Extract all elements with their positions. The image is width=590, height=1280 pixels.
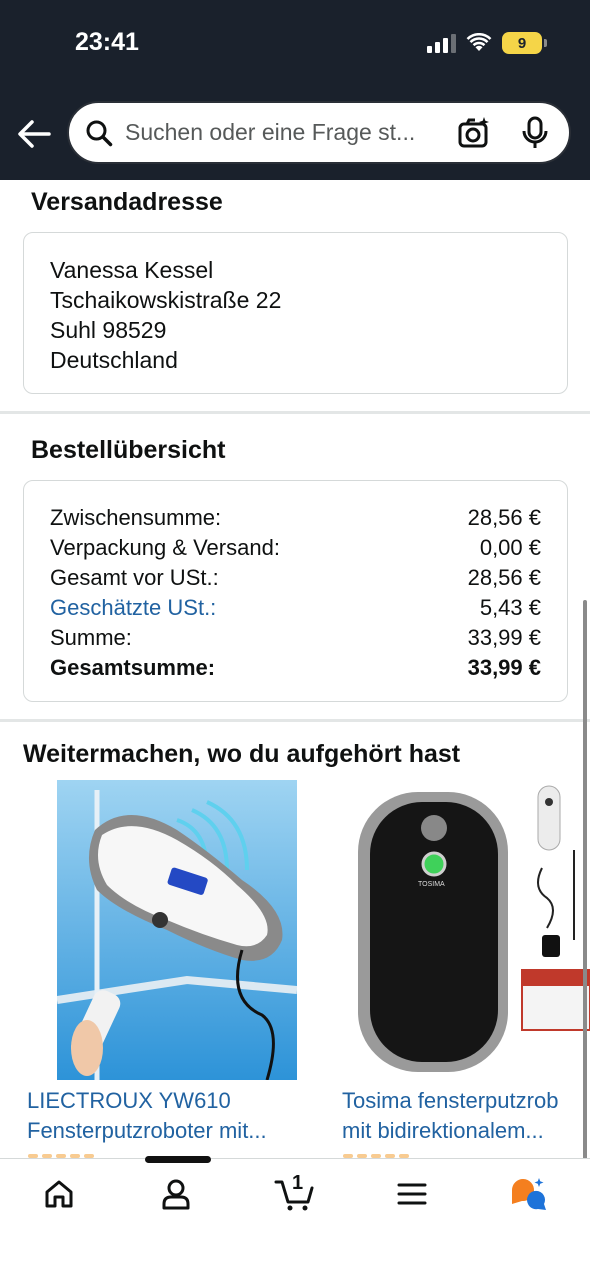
recommendation-card[interactable]: LIECTROUX YW610 Fensterputzroboter mit..… <box>27 780 317 1146</box>
summary-value: 28,56 € <box>467 565 541 590</box>
summary-label: Gesamtsumme: <box>50 655 216 680</box>
summary-value: 28,56 € <box>467 505 541 530</box>
shipping-address-card: Vanessa Kessel Tschaikowskistraße 22 Suh… <box>23 232 568 394</box>
wifi-icon <box>466 33 492 51</box>
shipping-address-title: Versandadresse <box>31 188 223 216</box>
home-icon <box>45 1180 73 1208</box>
assistant-bubble-icon <box>512 1178 546 1210</box>
summary-label: Summe: <box>50 625 132 650</box>
recommendation-card[interactable]: TOSIMA Tosima fensterputzrob mit bidirek… <box>342 780 590 1146</box>
summary-value: 33,99 € <box>467 625 541 650</box>
status-icons: 9 <box>427 32 547 54</box>
camera-lens-icon[interactable] <box>457 116 491 150</box>
summary-value: 0,00 € <box>479 535 541 560</box>
product-title-line1[interactable]: Tosima fensterputzrob <box>342 1086 590 1116</box>
summary-label: Verpackung & Versand: <box>50 535 280 560</box>
microphone-icon[interactable] <box>521 116 549 150</box>
product-title-line2[interactable]: mit bidirektionalem... <box>342 1116 590 1146</box>
user-icon <box>162 1179 190 1210</box>
summary-row-subtotal: Zwischensumme: 28,56 € <box>50 503 541 533</box>
summary-row-before-tax: Gesamt vor USt.: 28,56 € <box>50 563 541 593</box>
order-summary-title: Bestellübersicht <box>31 436 226 464</box>
address-country: Deutschland <box>50 347 178 373</box>
scrollbar-thumb[interactable] <box>583 600 587 1160</box>
cart-count-badge: 1 <box>292 1172 304 1194</box>
product-image[interactable]: TOSIMA <box>342 780 590 1080</box>
drag-handle[interactable] <box>145 1156 211 1163</box>
brand-label: TOSIMA <box>418 881 445 888</box>
address-street: Tschaikowskistraße 22 <box>50 287 282 313</box>
summary-row-shipping: Verpackung & Versand: 0,00 € <box>50 533 541 563</box>
address-name: Vanessa Kessel <box>50 257 214 283</box>
summary-row-grand-total: Gesamtsumme: 33,99 € <box>50 653 541 683</box>
search-icon <box>86 120 113 146</box>
back-button[interactable] <box>14 114 54 154</box>
product-image[interactable] <box>57 780 297 1080</box>
summary-label: Zwischensumme: <box>50 505 222 530</box>
section-divider <box>0 719 590 722</box>
summary-row-sum: Summe: 33,99 € <box>50 623 541 653</box>
cellular-signal-icon <box>427 33 456 53</box>
summary-row-estimated-tax: Geschätzte USt.: 5,43 € <box>50 593 541 623</box>
arrow-left-icon <box>18 120 51 148</box>
status-time: 23:41 <box>75 28 139 56</box>
search-input[interactable] <box>125 119 449 146</box>
estimated-tax-link[interactable]: Geschätzte USt.: <box>50 593 216 623</box>
nav-account[interactable] <box>156 1174 196 1214</box>
hamburger-menu-icon <box>397 1183 427 1205</box>
summary-value: 5,43 € <box>479 595 541 620</box>
summary-value: 33,99 € <box>467 655 541 680</box>
product-title-line2[interactable]: Fensterputzroboter mit... <box>27 1116 317 1146</box>
nav-rufus-assistant[interactable] <box>508 1174 548 1214</box>
order-summary-card: Zwischensumme: 28,56 € Verpackung & Vers… <box>23 480 568 702</box>
product-title-line1[interactable]: LIECTROUX YW610 <box>27 1086 317 1116</box>
address-city: Suhl 98529 <box>50 317 167 343</box>
section-divider <box>0 411 590 414</box>
recommendations-title: Weitermachen, wo du aufgehört hast <box>23 740 461 768</box>
search-bar[interactable] <box>67 101 571 164</box>
nav-home[interactable] <box>39 1174 79 1214</box>
battery-icon: 9 <box>502 32 547 54</box>
summary-label: Gesamt vor USt.: <box>50 565 219 590</box>
nav-menu[interactable] <box>392 1174 432 1214</box>
